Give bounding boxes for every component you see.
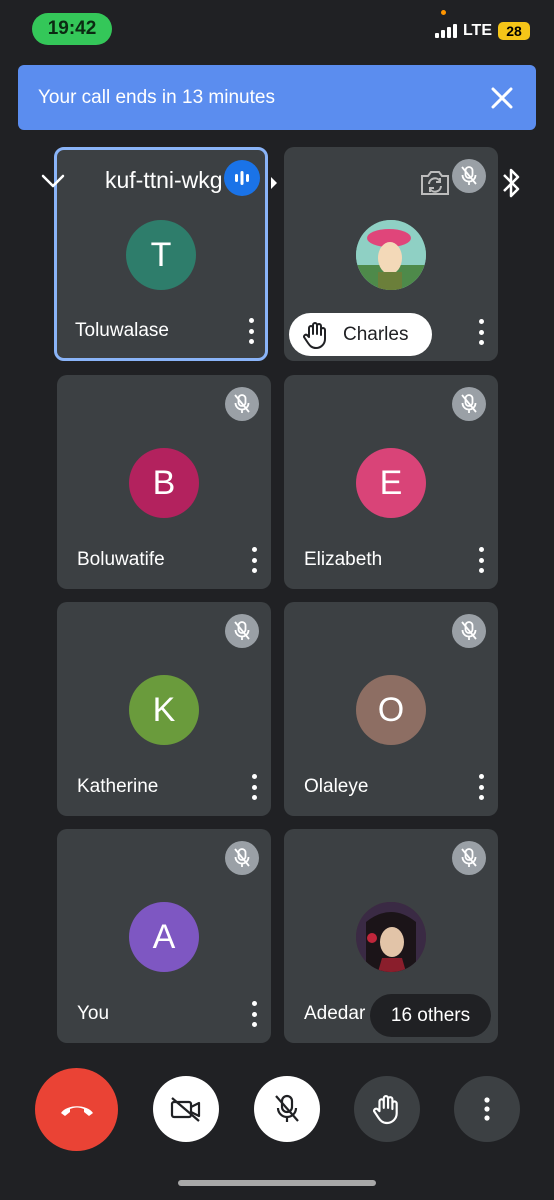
mic-off-icon <box>452 387 486 421</box>
raise-hand-button[interactable] <box>354 1076 420 1142</box>
mic-off-icon <box>275 1094 299 1122</box>
avatar: K <box>129 675 199 745</box>
mic-off-icon <box>225 841 259 875</box>
avatar: B <box>129 448 199 518</box>
mic-off-icon <box>225 614 259 648</box>
mic-off-icon <box>452 841 486 875</box>
participant-name: Adedar <box>304 1003 366 1024</box>
mic-toggle-button[interactable] <box>254 1076 320 1142</box>
more-vert-icon[interactable] <box>476 547 486 573</box>
mic-off-icon <box>452 614 486 648</box>
more-vert-icon[interactable] <box>249 1001 259 1027</box>
more-vert-icon <box>484 1097 490 1121</box>
mic-off-icon <box>452 159 486 193</box>
avatar: O <box>356 675 426 745</box>
hand-icon <box>303 321 326 349</box>
participant-name: Boluwatife <box>77 549 165 570</box>
participant-tile[interactable]: E Elizabeth <box>284 375 498 589</box>
avatar: T <box>126 220 196 290</box>
participant-tile[interactable]: A You <box>57 829 271 1043</box>
participant-tile[interactable]: O Olaleye <box>284 602 498 816</box>
network-type: LTE <box>462 22 492 39</box>
participant-name: Toluwalase <box>75 320 169 341</box>
avatar: E <box>356 448 426 518</box>
others-chip[interactable]: 16 others <box>370 994 491 1037</box>
banner-text: Your call ends in 13 minutes <box>38 86 275 108</box>
more-vert-icon[interactable] <box>246 318 256 344</box>
more-vert-icon[interactable] <box>249 547 259 573</box>
camera-toggle-button[interactable] <box>153 1076 219 1142</box>
mic-off-icon <box>225 387 259 421</box>
bluetooth-icon[interactable] <box>500 166 522 205</box>
avatar: A <box>129 902 199 972</box>
participant-name: You <box>77 1003 110 1024</box>
avatar <box>356 220 426 290</box>
meeting-code[interactable]: kuf-ttni-wkg <box>105 167 223 194</box>
phone-hangup-icon <box>60 1105 93 1116</box>
participant-name: Elizabeth <box>304 549 383 570</box>
hand-icon <box>373 1095 398 1125</box>
battery-icon: 28 <box>498 22 530 40</box>
participant-name: Olaleye <box>304 776 369 797</box>
participant-tile[interactable]: B Boluwatife <box>57 375 271 589</box>
privacy-indicator <box>441 10 446 15</box>
participant-name: Katherine <box>77 776 159 797</box>
chevron-down-icon[interactable] <box>40 172 66 195</box>
signal-icon <box>434 24 457 38</box>
more-vert-icon[interactable] <box>249 774 259 800</box>
hand-chip-name: Charles <box>343 323 409 345</box>
raised-hand-chip: Charles <box>289 313 432 356</box>
participant-tile[interactable]: K Katherine <box>57 602 271 816</box>
more-options-button[interactable] <box>454 1076 520 1142</box>
call-ending-banner: Your call ends in 13 minutes <box>18 65 536 130</box>
status-time: 19:42 <box>32 13 112 45</box>
more-vert-icon[interactable] <box>476 319 486 345</box>
more-vert-icon[interactable] <box>476 774 486 800</box>
chevron-right-icon <box>270 176 278 195</box>
avatar <box>356 902 426 972</box>
speaking-indicator-icon <box>224 160 260 196</box>
switch-camera-icon[interactable] <box>419 169 451 202</box>
home-indicator[interactable] <box>178 1180 376 1186</box>
status-indicators: LTE 28 <box>434 22 530 40</box>
close-icon[interactable] <box>488 84 516 112</box>
end-call-button[interactable] <box>35 1068 118 1151</box>
video-off-icon <box>170 1097 201 1122</box>
